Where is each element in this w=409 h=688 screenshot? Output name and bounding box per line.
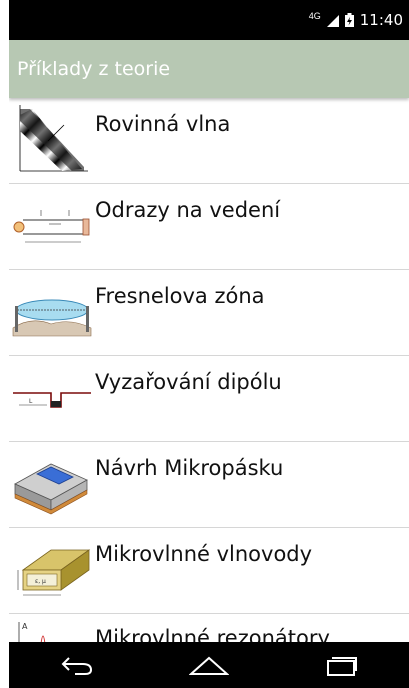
recents-icon[interactable]	[312, 645, 372, 685]
list-item-label: Odrazy na vedení	[95, 198, 281, 222]
dipole-icon: L	[9, 356, 95, 442]
svg-text:ε, μ: ε, μ	[35, 578, 46, 585]
waveguide-icon: ε, μ	[9, 528, 95, 614]
list-item-label: Mikrovlnné vlnovody	[95, 542, 313, 566]
list-item-label: Rovinná vlna	[95, 112, 231, 136]
left-gutter	[0, 0, 9, 688]
fresnel-zone-icon	[9, 270, 95, 356]
svg-text:L: L	[29, 398, 33, 405]
status-bar: 4G 11:40	[9, 0, 409, 40]
page-title: Příklady z teorie	[17, 58, 171, 80]
battery-icon	[344, 13, 354, 27]
list-item[interactable]: Odrazy na vedení	[9, 184, 409, 270]
list-item[interactable]: Návrh Mikropásku	[9, 442, 409, 528]
list-item[interactable]: Fresnelova zóna	[9, 270, 409, 356]
signal-icon	[326, 14, 339, 27]
list-item[interactable]: ε, μ Mikrovlnné vlnovody	[9, 528, 409, 614]
back-icon[interactable]	[46, 645, 106, 685]
home-icon[interactable]	[179, 645, 239, 685]
examples-list: Rovinná vlna Odrazy na vedení Fresnelova…	[9, 98, 409, 642]
network-type: 4G	[308, 11, 321, 21]
screen: 4G 11:40 Příklady z teorie Rovinná vlna …	[9, 0, 409, 688]
list-item[interactable]: A Mikrovlnné rezonátory	[9, 614, 409, 642]
resonator-icon: A	[9, 614, 95, 642]
navigation-bar	[9, 642, 409, 688]
list-item-label: Fresnelova zóna	[95, 284, 265, 308]
list-item[interactable]: Rovinná vlna	[9, 98, 409, 184]
action-bar: Příklady z teorie	[9, 40, 409, 98]
transmission-line-icon	[9, 184, 95, 270]
plane-wave-icon	[9, 98, 95, 184]
clock: 11:40	[359, 11, 403, 29]
list-item[interactable]: L Vyzařování dipólu	[9, 356, 409, 442]
svg-text:A: A	[22, 622, 28, 631]
list-item-label: Mikrovlnné rezonátory	[95, 626, 330, 642]
list-item-label: Vyzařování dipólu	[95, 370, 282, 394]
list-item-label: Návrh Mikropásku	[95, 456, 284, 480]
microstrip-icon	[9, 442, 95, 528]
